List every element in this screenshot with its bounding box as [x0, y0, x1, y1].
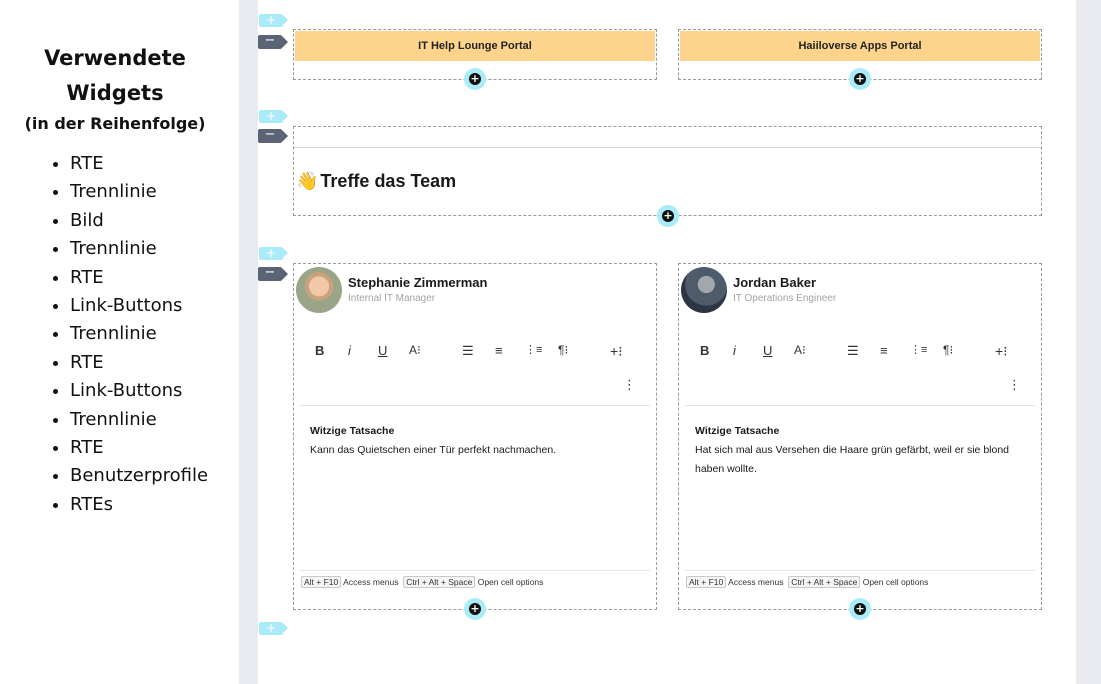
align-center-icon[interactable]: ≡ [880, 343, 888, 358]
list-item: Trennlinie [70, 406, 208, 434]
add-widget-icon[interactable] [849, 598, 871, 620]
editor-status-bar: Alt + F10 Access menus Ctrl + Alt + Spac… [301, 576, 544, 588]
italic-button[interactable]: i [733, 343, 736, 358]
rte-title[interactable]: Witzige Tatsache [695, 425, 779, 437]
add-widget-icon[interactable] [849, 68, 871, 90]
toolbar-divider [300, 405, 650, 406]
collapse-row-button[interactable]: − [258, 266, 288, 281]
canvas-gutter-right [1076, 0, 1101, 684]
paragraph-icon[interactable]: ¶⁝ [943, 343, 953, 357]
team-heading: 👋 Treffe das Team [296, 171, 456, 192]
list-item: RTE [70, 349, 208, 377]
more-options-icon[interactable]: ⋮ [623, 378, 636, 393]
add-widget-icon[interactable] [464, 598, 486, 620]
list-item: Link-Buttons [70, 377, 208, 405]
font-size-button[interactable]: A⁝ [794, 343, 806, 357]
shortcut-key: Ctrl + Alt + Space [403, 576, 476, 588]
list-item: Trennlinie [70, 320, 208, 348]
align-left-icon[interactable]: ☰ [847, 343, 859, 359]
profile-role: IT Operations Engineer [733, 293, 837, 304]
align-left-icon[interactable]: ☰ [462, 343, 474, 359]
bold-button[interactable]: B [700, 343, 709, 358]
collapse-row-button[interactable]: − [258, 34, 288, 49]
status-divider [300, 570, 650, 571]
list-item: Trennlinie [70, 235, 208, 263]
shortcut-label: Access menus [343, 577, 399, 587]
list-item: RTE [70, 150, 208, 178]
profile-role: Internal IT Manager [348, 293, 436, 304]
toolbar-divider [685, 405, 1035, 406]
list-item: Trennlinie [70, 178, 208, 206]
underline-button[interactable]: U [378, 343, 387, 358]
shortcut-label: Open cell options [862, 577, 929, 587]
portal-link-button[interactable]: IT Help Lounge Portal [295, 31, 655, 61]
panel-title-line2: Widgets [66, 81, 164, 105]
team-heading-cell: 👋 Treffe das Team [293, 126, 1042, 216]
list-item: RTE [70, 264, 208, 292]
canvas-gutter-left [239, 0, 258, 684]
panel-subtitle: (in der Reihenfolge) [24, 114, 206, 133]
list-item: Benutzerprofile [70, 462, 208, 490]
insert-icon[interactable]: +⁝ [610, 343, 623, 360]
shortcut-label: Access menus [728, 577, 784, 587]
waving-hand-icon: 👋 [296, 171, 319, 191]
list-item: RTEs [70, 491, 208, 519]
add-row-button[interactable]: + [259, 110, 288, 123]
status-divider [685, 570, 1035, 571]
align-center-icon[interactable]: ≡ [495, 343, 503, 358]
add-row-button[interactable]: + [259, 14, 288, 27]
add-row-button[interactable]: + [259, 247, 288, 260]
widget-list-panel: Verwendete Widgets (in der Reihenfolge) … [0, 0, 238, 684]
paragraph-icon[interactable]: ¶⁝ [558, 343, 568, 357]
widget-list: RTE Trennlinie Bild Trennlinie RTE Link-… [48, 150, 208, 519]
add-row-button[interactable]: + [259, 622, 288, 635]
more-options-icon[interactable]: ⋮ [1008, 378, 1021, 393]
rte-body[interactable]: Kann das Quietschen einer Tür perfekt na… [310, 441, 630, 460]
list-item: Link-Buttons [70, 292, 208, 320]
list-item: Bild [70, 207, 208, 235]
divider-line [294, 147, 1041, 148]
insert-icon[interactable]: +⁝ [995, 343, 1008, 360]
profile-cell-left: Stephanie Zimmerman Internal IT Manager … [293, 263, 657, 610]
add-widget-icon[interactable] [464, 68, 486, 90]
panel-title-line1: Verwendete [44, 46, 186, 70]
bold-button[interactable]: B [315, 343, 324, 358]
team-heading-text: Treffe das Team [320, 171, 457, 191]
editor-status-bar: Alt + F10 Access menus Ctrl + Alt + Spac… [686, 576, 929, 588]
font-size-button[interactable]: A⁝ [409, 343, 421, 357]
profile-cell-right: Jordan Baker IT Operations Engineer B i … [678, 263, 1042, 610]
avatar [681, 267, 727, 313]
profile-name[interactable]: Stephanie Zimmerman [348, 275, 487, 290]
underline-button[interactable]: U [763, 343, 772, 358]
list-icon[interactable]: ⋮≡ [910, 343, 927, 356]
list-item: RTE [70, 434, 208, 462]
italic-button[interactable]: i [348, 343, 351, 358]
shortcut-key: Alt + F10 [686, 576, 727, 588]
add-widget-icon[interactable] [657, 205, 679, 227]
collapse-row-button[interactable]: − [258, 128, 288, 143]
shortcut-label: Open cell options [477, 577, 544, 587]
rte-title[interactable]: Witzige Tatsache [310, 425, 394, 437]
list-icon[interactable]: ⋮≡ [525, 343, 542, 356]
shortcut-key: Alt + F10 [301, 576, 342, 588]
shortcut-key: Ctrl + Alt + Space [788, 576, 861, 588]
avatar [296, 267, 342, 313]
portal-link-button[interactable]: Haiiloverse Apps Portal [680, 31, 1040, 61]
rte-body[interactable]: Hat sich mal aus Versehen die Haare grün… [695, 441, 1015, 478]
profile-name[interactable]: Jordan Baker [733, 275, 816, 290]
